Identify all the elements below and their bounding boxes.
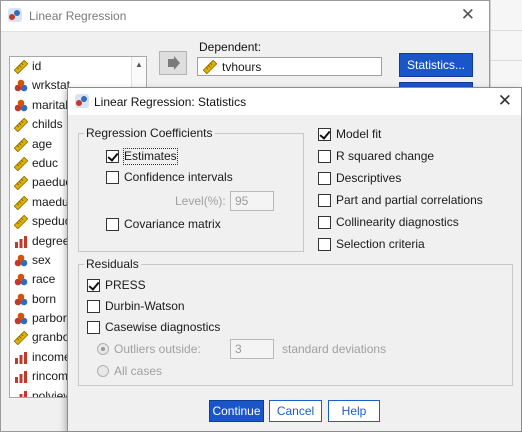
scale-variable-icon — [13, 176, 29, 191]
scale-variable-icon — [13, 137, 29, 152]
variable-name: age — [32, 136, 53, 151]
dependent-label: Dependent: — [199, 40, 262, 54]
scale-variable-icon — [13, 195, 29, 211]
all-cases-radio-dot[interactable] — [97, 365, 109, 377]
collinearity-diagnostics-label: Collinearity diagnostics — [336, 215, 459, 229]
dependent-variable-name: tvhours — [222, 60, 262, 74]
variable-name: speduc — [32, 214, 71, 229]
confidence-intervals-label: Confidence intervals — [124, 170, 233, 184]
outliers-value-input[interactable]: 3 — [230, 339, 274, 359]
scale-variable-icon — [13, 156, 29, 172]
ordinal-variable-icon — [14, 370, 28, 384]
press-checkbox-box[interactable] — [87, 279, 100, 292]
outliers-outside-label: Outliers outside: — [114, 342, 201, 356]
model-fit-checkbox-box[interactable] — [318, 128, 331, 141]
close-icon[interactable]: ✕ — [498, 91, 512, 111]
continue-button[interactable]: Continue — [209, 400, 264, 422]
variable-name: sex — [32, 252, 51, 267]
model-fit-label: Model fit — [336, 127, 382, 141]
part-partial-correlations-label: Part and partial correlations — [336, 193, 483, 207]
nominal-variable-icon — [14, 99, 28, 113]
selection-criteria-checkbox-box[interactable] — [318, 238, 331, 251]
dialog-title-bar: Linear Regression: Statistics ✕ — [68, 88, 521, 115]
scale-variable-icon — [203, 60, 217, 74]
estimates-checkbox-box[interactable] — [106, 150, 119, 163]
variable-name: childs — [32, 117, 63, 132]
variable-name: educ — [32, 155, 59, 170]
variable-list-item[interactable]: id — [10, 57, 146, 76]
r-squared-change-checkbox-box[interactable] — [318, 150, 331, 163]
level-input[interactable]: 95 — [230, 191, 274, 211]
variable-name: race — [32, 272, 56, 287]
descriptives-label: Descriptives — [336, 171, 402, 185]
variable-name: degree — [32, 233, 70, 248]
covariance-matrix-checkbox-box[interactable] — [106, 218, 119, 231]
variable-name: paeduc — [32, 175, 72, 190]
descriptives-checkbox-box[interactable] — [318, 172, 331, 185]
variable-name: id — [32, 59, 42, 73]
scale-variable-icon — [13, 214, 29, 230]
dialog-title: Linear Regression: Statistics — [94, 95, 247, 109]
nominal-variable-icon — [14, 273, 28, 287]
dependent-field[interactable]: tvhours — [197, 57, 382, 76]
nominal-variable-icon — [14, 312, 28, 326]
statistics-dialog: Linear Regression: Statistics ✕ Regressi… — [67, 87, 522, 432]
casewise-diagnostics-label: Casewise diagnostics — [105, 320, 221, 334]
nominal-variable-icon — [14, 79, 28, 93]
spss-app-icon — [75, 94, 89, 108]
level-label: Level(%): — [175, 194, 226, 208]
nominal-variable-icon — [14, 293, 28, 307]
variable-name: born — [32, 291, 57, 306]
variable-name: marital — [32, 97, 69, 112]
move-to-dependent-button[interactable] — [159, 51, 187, 75]
scroll-up-arrow-icon[interactable]: ▲ — [135, 60, 143, 69]
variable-name: wrkstat — [32, 78, 71, 93]
estimates-label: Estimates — [123, 148, 178, 165]
residuals-label: Residuals — [84, 257, 141, 271]
nominal-variable-icon — [14, 254, 28, 268]
variable-name: income — [32, 349, 71, 364]
press-label: PRESS — [105, 278, 146, 292]
close-icon[interactable]: ✕ — [461, 5, 475, 25]
cancel-button[interactable]: Cancel — [269, 400, 322, 422]
statistics-button[interactable]: Statistics... — [399, 53, 473, 77]
variable-name: rincom — [32, 369, 69, 384]
durbin-watson-checkbox-box[interactable] — [87, 300, 100, 313]
spss-app-icon — [8, 8, 22, 22]
ordinal-variable-icon — [14, 235, 28, 249]
confidence-intervals-checkbox-box[interactable] — [106, 171, 119, 184]
collinearity-diagnostics-checkbox-box[interactable] — [318, 216, 331, 229]
regression-coefficients-label: Regression Coefficients — [84, 126, 215, 140]
window-title-bar: Linear Regression ✕ — [1, 1, 489, 32]
scale-variable-icon — [13, 331, 29, 346]
window-title: Linear Regression — [29, 9, 127, 23]
ordinal-variable-icon — [14, 390, 28, 397]
r-squared-change-label: R squared change — [336, 149, 435, 163]
covariance-matrix-label: Covariance matrix — [124, 217, 221, 231]
part-partial-correlations-checkbox-box[interactable] — [318, 194, 331, 207]
all-cases-label: All cases — [114, 364, 163, 378]
selection-criteria-label: Selection criteria — [336, 237, 425, 251]
outliers-outside-radio-dot[interactable] — [97, 343, 109, 355]
standard-deviations-label: standard deviations — [282, 342, 387, 356]
scale-variable-icon — [13, 59, 29, 75]
arrow-right-icon — [168, 56, 180, 70]
durbin-watson-label: Durbin-Watson — [105, 299, 185, 313]
casewise-diagnostics-checkbox-box[interactable] — [87, 321, 100, 334]
scale-variable-icon — [13, 117, 29, 133]
ordinal-variable-icon — [14, 351, 28, 365]
help-button[interactable]: Help — [328, 400, 380, 422]
